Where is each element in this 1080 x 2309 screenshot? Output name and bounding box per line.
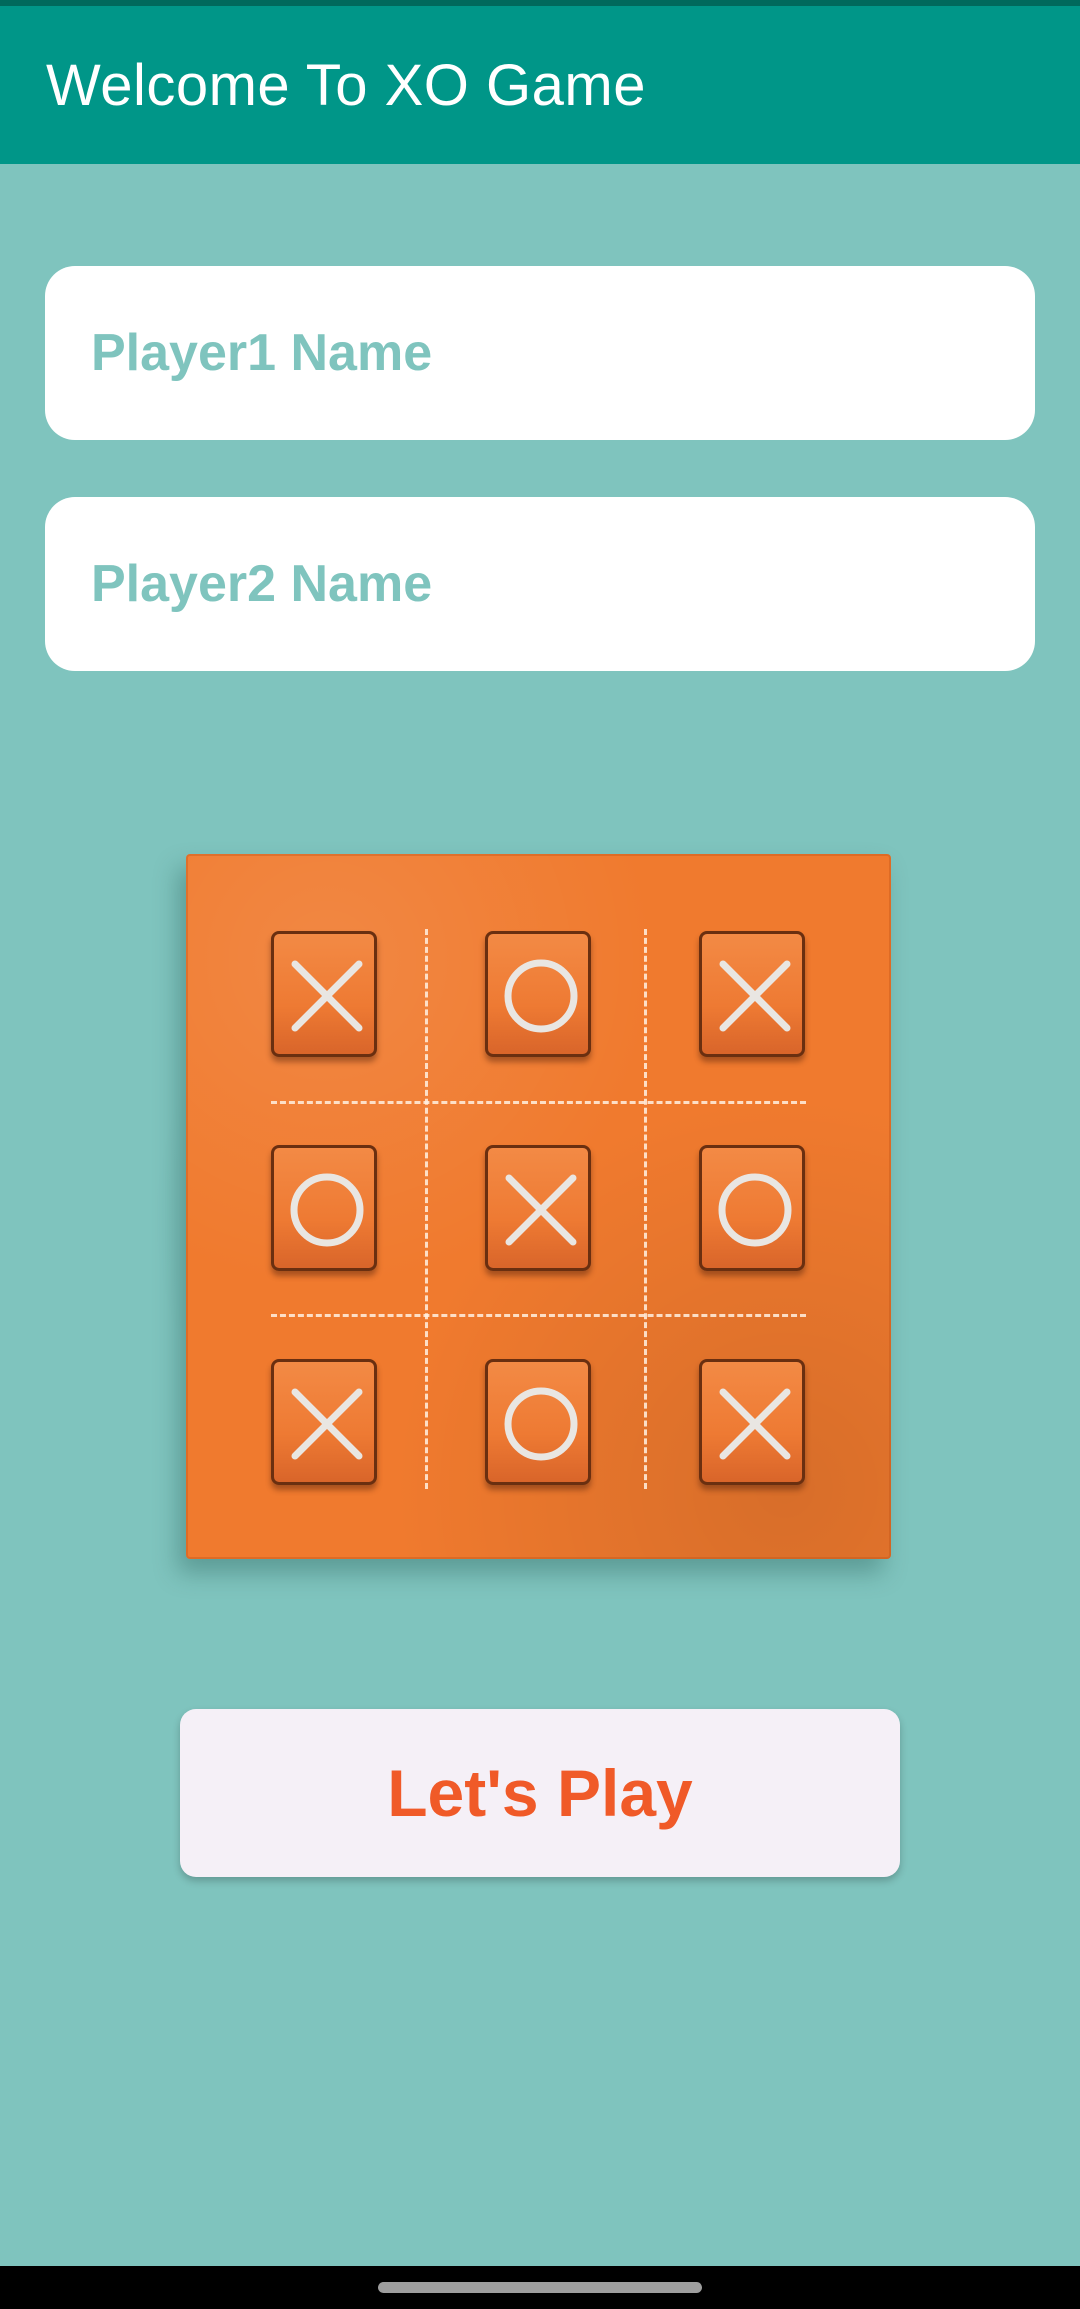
x-mark-icon — [719, 960, 791, 1032]
home-gesture-handle[interactable] — [378, 2282, 702, 2293]
player2-name-input[interactable] — [45, 497, 1035, 671]
lets-play-button[interactable]: Let's Play — [180, 1709, 900, 1877]
app-title: Welcome To XO Game — [46, 53, 646, 118]
board-tile — [271, 931, 377, 1057]
app-bar: Welcome To XO Game — [0, 6, 1080, 164]
board-tile — [699, 1145, 805, 1271]
board-tile — [699, 1359, 805, 1485]
board-tile — [699, 931, 805, 1057]
board-stitch-horizontal — [271, 1314, 806, 1317]
board-tile — [271, 1145, 377, 1271]
board-stitch-horizontal — [271, 1101, 806, 1104]
x-mark-icon — [291, 960, 363, 1032]
x-mark-icon — [291, 1388, 363, 1460]
board-stitch-vertical — [644, 929, 647, 1489]
navigation-bar — [0, 2266, 1080, 2309]
player1-name-input[interactable] — [45, 266, 1035, 440]
board-tile — [271, 1359, 377, 1485]
x-mark-icon — [505, 1174, 577, 1246]
board-tile — [485, 1359, 591, 1485]
tic-tac-toe-board-image — [186, 854, 891, 1559]
x-mark-icon — [719, 1388, 791, 1460]
board-tile — [485, 1145, 591, 1271]
board-stitch-vertical — [425, 929, 428, 1489]
o-mark-icon — [504, 1387, 578, 1461]
o-mark-icon — [290, 1173, 364, 1247]
o-mark-icon — [504, 959, 578, 1033]
board-tile — [485, 931, 591, 1057]
o-mark-icon — [718, 1173, 792, 1247]
